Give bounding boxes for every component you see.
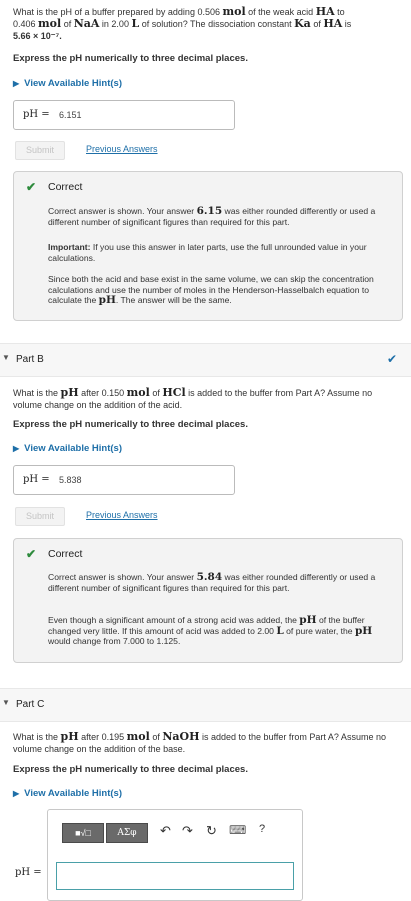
check-icon: ✔	[26, 180, 37, 194]
feedback-paragraph: Since both the acid and base exist in th…	[48, 274, 374, 306]
triangle-right-icon: ▶	[13, 79, 20, 88]
part-title: Part C	[16, 699, 45, 710]
part-c-question: What is the pH after 0.195 mol of NaOH i…	[13, 730, 386, 755]
answer-value: 6.151	[59, 110, 82, 120]
part-c-instruction: Express the pH numerically to three deci…	[13, 764, 248, 775]
collapse-arrow-icon: ▼	[2, 698, 10, 707]
feedback-title: Correct	[48, 181, 83, 193]
ph-label: pH =	[23, 109, 50, 120]
triangle-right-icon: ▶	[13, 444, 20, 453]
feedback-title: Correct	[48, 548, 83, 560]
part-b-header[interactable]: ▼ Part B ✔	[0, 343, 411, 377]
feedback-paragraph: Even though a significant amount of a st…	[48, 614, 373, 646]
part-title: Part B	[16, 354, 44, 365]
feedback-paragraph: Correct answer is shown. Your answer 6.1…	[48, 205, 376, 227]
part-b-submit-button[interactable]: Submit	[15, 507, 65, 526]
ph-label: pH =	[15, 867, 42, 878]
part-b-instruction: Express the pH numerically to three deci…	[13, 419, 248, 430]
part-c-hint-link[interactable]: ▶ View Available Hint(s)	[13, 788, 122, 799]
part-a-submit-button[interactable]: Submit	[15, 141, 65, 160]
undo-icon[interactable]: ↶	[160, 823, 171, 839]
part-a-question: What is the pH of a buffer prepared by a…	[13, 6, 398, 42]
part-b-hint-link[interactable]: ▶ View Available Hint(s)	[13, 443, 122, 454]
check-icon: ✔	[26, 547, 37, 561]
part-b-question: What is the pH after 0.150 mol of HCl is…	[13, 386, 373, 411]
part-b-answer-field[interactable]: pH = 5.838	[13, 465, 235, 495]
checkmark-icon: ✔	[386, 352, 397, 366]
redo-icon[interactable]: ↷	[182, 823, 193, 839]
part-b-feedback: ✔ Correct Correct answer is shown. Your …	[13, 538, 403, 663]
ph-answer-input[interactable]	[56, 862, 294, 890]
collapse-arrow-icon: ▼	[2, 353, 10, 362]
part-a-answer-field[interactable]: pH = 6.151	[13, 100, 235, 130]
equation-editor: ■√□ ΑΣφ ↶ ↷ ↻ ⌨ ?	[47, 809, 303, 901]
answer-value: 5.838	[59, 475, 82, 485]
question-line: 0.406 mol of NaA in 2.00 L of solution? …	[13, 17, 352, 30]
part-a-instruction: Express the pH numerically to three deci…	[13, 53, 248, 64]
part-b-previous-answers-link[interactable]: Previous Answers	[86, 510, 158, 520]
feedback-paragraph: Correct answer is shown. Your answer 5.8…	[48, 571, 376, 593]
templates-button[interactable]: ■√□	[62, 823, 104, 843]
help-icon[interactable]: ?	[259, 823, 265, 835]
triangle-right-icon: ▶	[13, 789, 20, 798]
part-c-header[interactable]: ▼ Part C	[0, 688, 411, 722]
ph-label: pH =	[23, 474, 50, 485]
question-line: 5.66 × 10⁻⁷.	[13, 31, 62, 41]
feedback-paragraph: Important: If you use this answer in lat…	[48, 242, 367, 263]
reset-icon[interactable]: ↻	[206, 823, 217, 839]
part-a-feedback: ✔ Correct Correct answer is shown. Your …	[13, 171, 403, 321]
symbols-button[interactable]: ΑΣφ	[106, 823, 148, 843]
keyboard-icon[interactable]: ⌨	[229, 823, 246, 837]
part-a-hint-link[interactable]: ▶ View Available Hint(s)	[13, 78, 122, 89]
part-a-previous-answers-link[interactable]: Previous Answers	[86, 144, 158, 154]
